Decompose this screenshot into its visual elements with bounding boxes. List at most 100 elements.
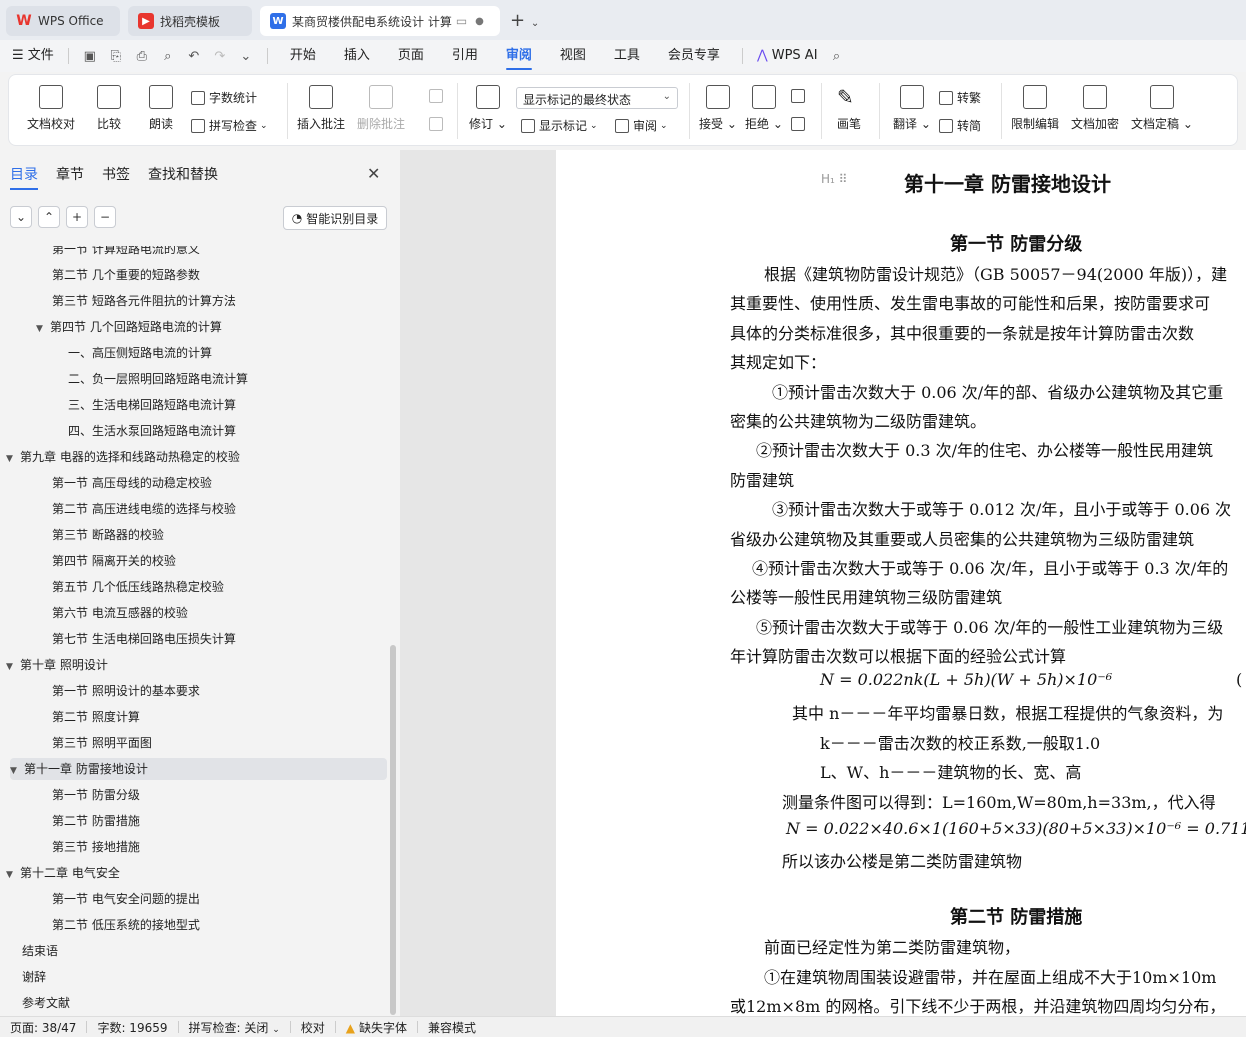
toc-item[interactable]: 第三节 照明平面图 [52, 732, 152, 754]
menu-review[interactable]: 审阅 [492, 40, 546, 72]
tab-bookmarks[interactable]: 书签 [102, 164, 130, 184]
to-simplified-button[interactable]: 转简 [939, 117, 981, 134]
show-markup-button[interactable]: 显示标记 ⌄ [521, 117, 598, 134]
tab-wps-office[interactable]: W WPS Office [6, 6, 120, 36]
review-pane-button[interactable]: 审阅 ⌄ [615, 117, 668, 134]
toc-item[interactable]: 第一节 计算短路电流的意义 [52, 246, 200, 260]
read-aloud-button[interactable]: 朗读 [149, 85, 173, 132]
document-page[interactable]: H₁ ⠿ 第十一章 防雷接地设计 第一节 防雷分级 根据《建筑物防雷设计规范》（… [556, 150, 1246, 1016]
delete-comment-button[interactable]: 删除批注 [357, 85, 405, 132]
toc-item[interactable]: ▼ 第十一章 防雷接地设计 [10, 758, 387, 780]
page-indicator[interactable]: 页面: 38/47 [0, 1019, 86, 1036]
expand-button[interactable]: + [66, 206, 88, 228]
menu-start[interactable]: 开始 [276, 40, 330, 72]
translate-button[interactable]: 翻译 ⌄ [893, 85, 931, 132]
tab-chapters[interactable]: 章节 [56, 164, 84, 184]
markup-state-select[interactable]: 显示标记的最终状态 ⌄ [516, 87, 678, 109]
toc-item[interactable]: 第一节 防雷分级 [52, 784, 140, 806]
expand-arrow-icon[interactable]: ▼ [6, 864, 20, 886]
restrict-edit-button[interactable]: 限制编辑 [1011, 85, 1059, 132]
tab-unsaved-dot-icon[interactable]: ● [475, 16, 484, 27]
tab-toc[interactable]: 目录 [10, 164, 38, 190]
tab-document[interactable]: W 某商贸楼供配电系统设计 计算 ▭ ● [260, 6, 500, 36]
word-count-button[interactable]: 字数统计 [191, 89, 257, 106]
new-tab-button[interactable]: + ⌄ [510, 10, 539, 31]
toc-item[interactable]: 第五节 几个低压线路热稳定校验 [52, 576, 224, 598]
doc-finalize-button[interactable]: 文档定稿 ⌄ [1131, 85, 1193, 132]
reject-button[interactable]: 拒绝 ⌄ [745, 85, 783, 132]
close-icon[interactable]: ✕ [367, 164, 380, 183]
toc-item[interactable]: 第二节 几个重要的短路参数 [52, 264, 200, 286]
word-count-status[interactable]: 字数: 19659 [87, 1019, 177, 1036]
menu-insert[interactable]: 插入 [330, 40, 384, 72]
export-pdf-icon[interactable]: ⎘ [105, 45, 127, 67]
heading-handle-icon[interactable]: H₁ ⠿ [821, 172, 847, 186]
toc-item[interactable]: 第一节 电气安全问题的提出 [52, 888, 200, 910]
toc-item[interactable]: 第二节 低压系统的接地型式 [52, 914, 200, 936]
spell-check-status[interactable]: 拼写检查: 关闭 ⌄ [179, 1019, 290, 1036]
toc-item[interactable]: 四、生活水泵回路短路电流计算 [68, 420, 236, 442]
undo-icon[interactable]: ↶ [183, 45, 205, 67]
toc-item[interactable]: 谢辞 [22, 966, 46, 988]
accept-button[interactable]: 接受 ⌄ [699, 85, 737, 132]
toc-item[interactable]: 第三节 短路各元件阻抗的计算方法 [52, 290, 236, 312]
toc-item[interactable]: 第一节 高压母线的动稳定校验 [52, 472, 212, 494]
toc-item[interactable]: 第四节 隔离开关的校验 [52, 550, 176, 572]
next-comment-button[interactable] [429, 117, 447, 131]
file-menu[interactable]: ☰ 文件 [0, 40, 60, 72]
toc-item[interactable]: 结束语 [22, 940, 58, 962]
save-icon[interactable]: ▣ [79, 45, 101, 67]
expand-arrow-icon[interactable]: ▼ [10, 760, 24, 782]
toc-item[interactable]: ▼ 第十二章 电气安全 [6, 862, 120, 884]
toc-item[interactable]: 二、负一层照明回路短路电流计算 [68, 368, 248, 390]
insert-comment-button[interactable]: 插入批注 [297, 85, 345, 132]
toc-item[interactable]: 第二节 高压进线电缆的选择与校验 [52, 498, 236, 520]
tab-find-replace[interactable]: 查找和替换 [148, 164, 218, 184]
collapse-button[interactable]: − [94, 206, 116, 228]
menu-reference[interactable]: 引用 [438, 40, 492, 72]
missing-font-status[interactable]: ▲ 缺失字体 [336, 1019, 417, 1036]
print-preview-icon[interactable]: ⌕ [157, 45, 179, 67]
toc-item[interactable]: 一、高压侧短路电流的计算 [68, 342, 212, 364]
toc-item[interactable]: 第二节 照度计算 [52, 706, 140, 728]
expand-arrow-icon[interactable]: ▼ [36, 318, 50, 340]
revise-button[interactable]: 修订 ⌄ [469, 85, 507, 132]
smart-toc-button[interactable]: ◔ 智能识别目录 [283, 206, 387, 230]
expand-arrow-icon[interactable]: ▼ [6, 656, 20, 678]
next-change-button[interactable] [791, 117, 809, 131]
search-icon[interactable]: ⌕ [826, 45, 848, 67]
expand-arrow-icon[interactable]: ▼ [6, 448, 20, 470]
menu-tools[interactable]: 工具 [600, 40, 654, 72]
toc-item[interactable]: 第三节 断路器的校验 [52, 524, 164, 546]
toc-item[interactable]: 第二节 防雷措施 [52, 810, 140, 832]
menu-member[interactable]: 会员专享 [654, 40, 734, 72]
toc-item[interactable]: 参考文献 [22, 992, 70, 1012]
redo-icon[interactable]: ↷ [209, 45, 231, 67]
menu-view[interactable]: 视图 [546, 40, 600, 72]
compare-button[interactable]: 比较 [97, 85, 121, 132]
prev-comment-button[interactable] [429, 89, 447, 103]
doc-check-button[interactable]: 文档校对 [27, 85, 75, 132]
doc-encrypt-button[interactable]: 文档加密 [1071, 85, 1119, 132]
toc-item[interactable]: 第七节 生活电梯回路电压损失计算 [52, 628, 236, 650]
toc-item[interactable]: 第六节 电流互感器的校验 [52, 602, 188, 624]
spell-check-button[interactable]: 拼写检查 ⌄ [191, 117, 268, 134]
prev-change-button[interactable] [791, 89, 809, 103]
toc-item[interactable]: 第三节 接地措施 [52, 836, 140, 858]
toc-item[interactable]: ▼ 第九章 电器的选择和线路动热稳定的校验 [6, 446, 240, 468]
collapse-up-button[interactable]: ⌃ [38, 206, 60, 228]
print-icon[interactable]: ⎙ [131, 45, 153, 67]
wps-ai-button[interactable]: ⋀ WPS AI [751, 40, 824, 72]
toc-item[interactable]: 第一节 照明设计的基本要求 [52, 680, 200, 702]
toc-item[interactable]: ▼ 第十章 照明设计 [6, 654, 108, 676]
proof-status[interactable]: 校对 [291, 1019, 335, 1036]
ink-button[interactable]: ✎ 画笔 [837, 85, 861, 132]
more-chevron-icon[interactable]: ⌄ [235, 45, 257, 67]
tab-templates[interactable]: ▶ 找稻壳模板 [128, 6, 252, 36]
toc-scrollbar[interactable] [390, 645, 396, 1015]
collapse-down-button[interactable]: ⌄ [10, 206, 32, 228]
toc-item[interactable]: 三、生活电梯回路短路电流计算 [68, 394, 236, 416]
menu-page[interactable]: 页面 [384, 40, 438, 72]
to-traditional-button[interactable]: 转繁 [939, 89, 981, 106]
toc-item[interactable]: ▼ 第四节 几个回路短路电流的计算 [36, 316, 222, 338]
